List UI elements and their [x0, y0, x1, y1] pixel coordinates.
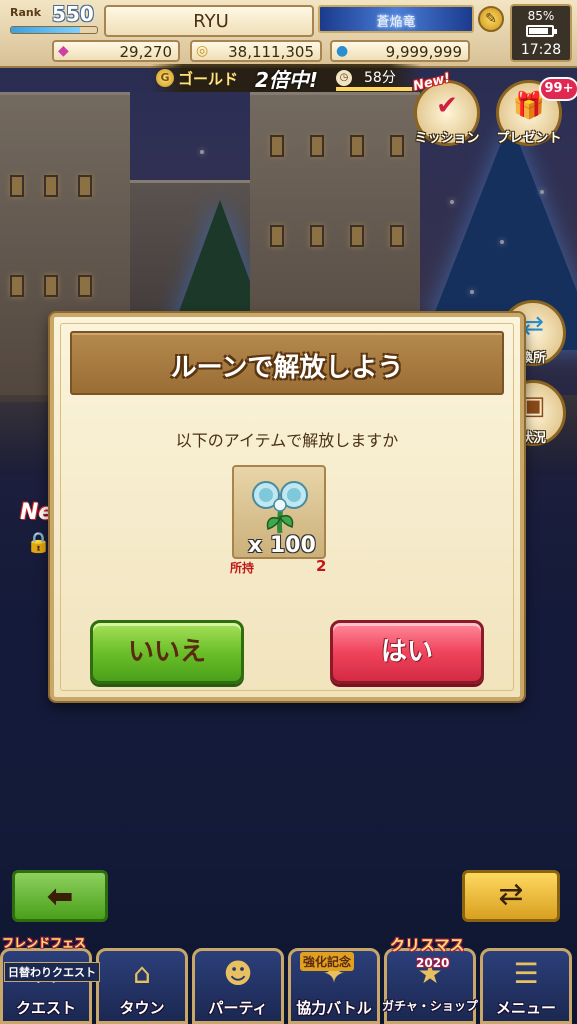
new-badge-left: Ne: [20, 500, 54, 525]
bottom-navigation: ⚔ クエスト ⌂ タウン ☻ パーティ ✦ 協力バトル ★ ガチャ・ショップ ☰…: [0, 932, 577, 1024]
clock-icon: ◷: [336, 70, 352, 86]
christmas-tag: クリスマス: [390, 936, 465, 954]
back-button[interactable]: ⬅: [12, 870, 108, 922]
boost-timer: 58分: [364, 70, 396, 86]
top-status-bar: Rank 550 RYU 蒼焔竜 ✎ 85% 17:28 ◆ 29,270 ◎ …: [0, 0, 577, 68]
nav-menu-label: メニュー: [495, 999, 556, 1017]
yes-button[interactable]: はい: [330, 620, 484, 684]
device-status: 85% 17:28: [510, 4, 572, 62]
rank-exp-bar: [10, 26, 98, 34]
rank-display: Rank 550: [6, 2, 98, 38]
player-name: RYU: [193, 11, 229, 32]
nav-quest[interactable]: ⚔ クエスト: [0, 948, 92, 1024]
unlock-dialog: ルーンで解放しよう 以下のアイテムで解放しますか x 100 所持 2 いいえ …: [50, 313, 524, 701]
item-quantity: x 100: [248, 533, 316, 558]
nav-party-label: パーティ: [208, 999, 268, 1017]
gold-boost-label: ゴールド: [178, 70, 239, 88]
nav-menu[interactable]: ☰ メニュー: [480, 948, 572, 1024]
lock-icon: 🔒: [26, 530, 51, 554]
gold-g-icon: G: [156, 69, 174, 87]
stone-icon: ●: [336, 43, 349, 59]
player-name-box[interactable]: RYU: [104, 5, 314, 37]
mission-label: ミッション: [414, 131, 480, 146]
gold-value: 38,111,305: [228, 43, 314, 61]
no-button[interactable]: いいえ: [90, 620, 244, 684]
rank-label: Rank: [10, 6, 42, 19]
edit-pen-icon[interactable]: ✎: [478, 6, 504, 32]
battery-percent: 85%: [527, 9, 555, 23]
gem-icon: ◆: [58, 43, 69, 59]
boost-timer-bar: [336, 87, 416, 91]
dialog-header: ルーンで解放しよう: [70, 331, 504, 395]
checklist-icon: ✔: [436, 91, 458, 121]
daily-quest-tag: 日替わりクエスト: [4, 962, 100, 982]
gem-value: 29,270: [119, 43, 173, 61]
owned-label: 所持: [230, 561, 255, 575]
present-label: プレゼント: [496, 131, 562, 146]
enhance-event-tag: 強化記念: [300, 952, 355, 971]
event-tag: フレンドフェス: [2, 936, 87, 950]
owned-count: 2: [316, 557, 327, 575]
swap-arrows-icon: ⇄: [498, 877, 524, 912]
party-icon: ☻: [223, 957, 253, 990]
rune-item-card: x 100: [232, 465, 326, 559]
dialog-title: ルーンで解放しよう: [170, 353, 404, 383]
year-tag: 2020: [416, 956, 450, 970]
rune-flower-icon: [252, 481, 308, 534]
gift-icon: 🎁: [512, 91, 546, 121]
gem-counter[interactable]: ◆ 29,270: [52, 40, 180, 62]
swap-button[interactable]: ⇄: [462, 870, 560, 922]
nav-party[interactable]: ☻ パーティ: [192, 948, 284, 1024]
dialog-message: 以下のアイテムで解放しますか: [175, 431, 399, 450]
nav-gacha-label: ガチャ・ショップ: [382, 999, 478, 1013]
nav-town[interactable]: ⌂ タウン: [96, 948, 188, 1024]
gold-boost-multiplier: 2倍中!: [255, 68, 319, 92]
gold-coin-icon: ◎: [196, 43, 209, 59]
nav-town-label: タウン: [119, 999, 165, 1017]
battery-icon: [526, 25, 557, 37]
present-button[interactable]: 99+ 🎁 プレゼント: [496, 77, 577, 146]
rank-value: 550: [52, 2, 94, 26]
menu-icon: ☰: [513, 957, 539, 990]
back-arrow-icon: ⬅: [46, 877, 74, 915]
nav-coop-label: 協力バトル: [296, 999, 372, 1017]
mission-button[interactable]: New! ✔ ミッション: [412, 71, 480, 146]
gold-boost-banner: G ゴールド 2倍中! ◷ 58分: [150, 64, 422, 92]
player-title-badge[interactable]: 蒼焔竜: [318, 5, 474, 33]
player-title-text: 蒼焔竜: [376, 15, 416, 30]
clock: 17:28: [520, 42, 562, 58]
town-icon: ⌂: [133, 957, 151, 990]
stone-value: 9,999,999: [385, 43, 462, 61]
stone-counter[interactable]: ● 9,999,999: [330, 40, 470, 62]
nav-quest-label: クエスト: [15, 999, 76, 1017]
gold-counter[interactable]: ◎ 38,111,305: [190, 40, 322, 62]
